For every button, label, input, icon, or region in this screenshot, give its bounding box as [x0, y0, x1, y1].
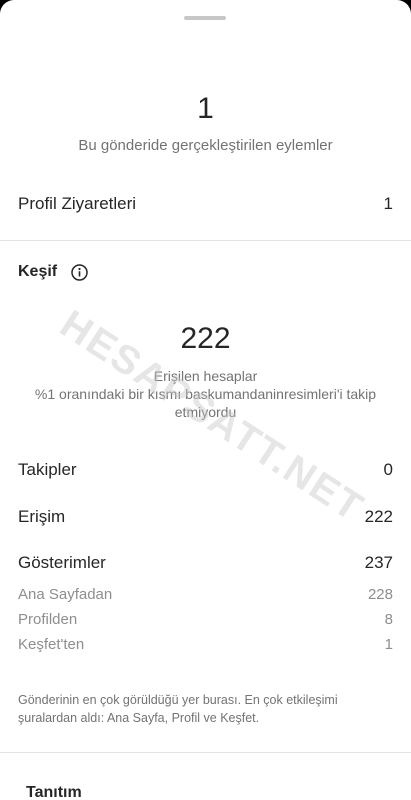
reach-note: %1 oranındaki bir kısmı baskumandaninres… [34, 386, 377, 420]
info-circle-icon[interactable] [71, 263, 88, 281]
reach-row-value: 222 [364, 507, 393, 526]
reach-row: Erişim 222 [18, 507, 393, 527]
from-explore-row: Keşfet'ten 1 [18, 636, 393, 653]
follows-value: 0 [383, 460, 393, 479]
promotion-header: Tanıtım [26, 784, 82, 800]
reach-row-label: Erişim [18, 507, 66, 526]
follows-row: Takipler 0 [18, 460, 393, 480]
from-explore-value: 1 [384, 636, 393, 653]
discovery-footnote: Gönderinin en çok görüldüğü yer burası. … [18, 693, 338, 725]
discovery-title: Keşif [18, 263, 58, 280]
from-home-value: 228 [367, 586, 393, 603]
divider [0, 240, 411, 241]
reach-count: 222 [180, 322, 231, 355]
follows-label: Takipler [18, 460, 77, 479]
divider [0, 752, 411, 753]
impressions-row: Gösterimler 237 [18, 553, 393, 573]
impressions-label: Gösterimler [18, 553, 106, 572]
insights-sheet: 1 Bu gönderide gerçekleştirilen eylemler… [0, 0, 411, 800]
drag-handle[interactable] [184, 16, 226, 20]
profile-visits-row[interactable]: Profil Ziyaretleri 1 [18, 194, 393, 214]
actions-caption: Bu gönderide gerçekleştirilen eylemler [78, 137, 333, 154]
from-home-label: Ana Sayfadan [18, 586, 113, 603]
promotion-title: Tanıtım [26, 784, 82, 800]
profile-visits-label: Profil Ziyaretleri [18, 194, 137, 213]
from-explore-label: Keşfet'ten [18, 636, 85, 653]
from-profile-value: 8 [384, 611, 393, 628]
impressions-value: 237 [364, 553, 393, 572]
reach-label: Erişilen hesaplar [153, 368, 258, 384]
discovery-header: Keşif [18, 263, 88, 281]
profile-visits-value: 1 [383, 194, 393, 213]
from-home-row: Ana Sayfadan 228 [18, 586, 393, 603]
from-profile-label: Profilden [18, 611, 78, 628]
from-profile-row: Profilden 8 [18, 611, 393, 628]
actions-count: 1 [197, 92, 214, 125]
